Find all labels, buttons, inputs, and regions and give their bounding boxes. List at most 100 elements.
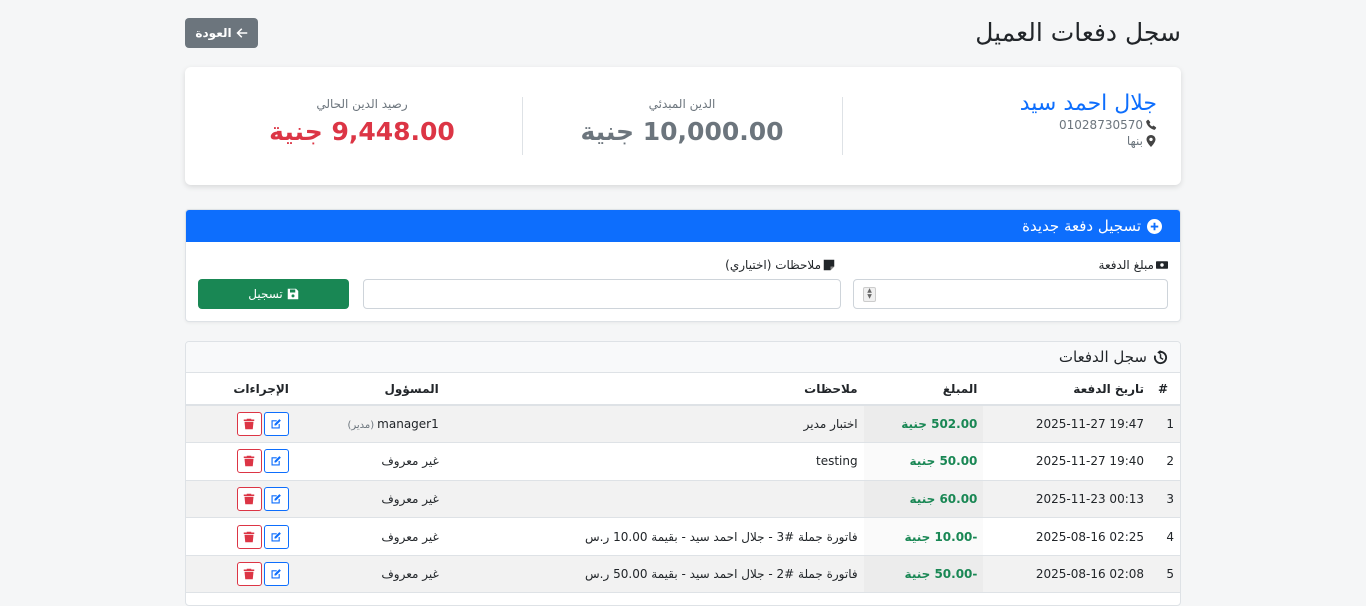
notes-input[interactable] [363,279,841,309]
row-actions [186,517,295,556]
trash-icon [244,531,255,542]
row-actions [186,480,295,519]
row-actions [186,442,295,481]
plus-circle-icon [1147,218,1162,234]
row-user: غير معروف [294,555,445,594]
col-header-actions: الإجراءات [186,373,295,406]
col-header-amount: المبلغ [863,373,984,406]
customer-info: جلال احمد سيد 01028730570 بنها [1020,91,1157,148]
delete-button[interactable] [236,562,262,587]
row-notes [444,480,864,519]
edit-button[interactable] [263,449,289,474]
payment-history-title: سجل الدفعات [1058,348,1147,366]
delete-button[interactable] [236,524,262,549]
col-header-user: المسؤول [294,373,445,406]
edit-icon [271,531,282,542]
row-amount-text: 502.00 جنية [901,417,978,432]
trash-icon [244,456,255,467]
edit-button[interactable] [263,486,289,511]
row-amount: 502.00 جنية [863,405,984,444]
row-amount-text: 60.00 جنية [909,491,978,506]
current-debt-value: 9,448.00 جنية [269,117,455,146]
trash-icon [244,568,255,580]
trash-icon [244,418,255,430]
row-date: 2025-11-27 19:47 [983,405,1151,444]
back-button[interactable]: العودة [185,18,258,48]
row-actions [186,555,295,594]
customer-summary-card: جلال احمد سيد 01028730570 بنها الدين الم… [185,67,1181,185]
row-date: 2025-08-16 02:25 [983,517,1151,556]
row-amount: -10.00 جنية [863,517,984,556]
phone-icon [1146,119,1157,130]
initial-debt-stat: الدين المبدئي 10,000.00 جنية [522,97,842,146]
amount-input[interactable] [853,279,1168,309]
row-amount: -50.00 جنية [863,555,984,594]
row-notes: اختبار مدير [444,405,864,444]
row-user: غير معروف [294,442,445,481]
arrow-left-icon [236,28,247,38]
edit-button[interactable] [263,562,289,587]
customer-location-line: بنها [1020,134,1157,148]
submit-label: تسجيل [248,287,283,301]
money-bill-icon [1156,261,1168,269]
row-user-name: manager1 [377,417,439,432]
submit-payment-button[interactable]: تسجيل [198,279,349,309]
edit-icon [271,569,282,579]
customer-phone-line: 01028730570 [1020,118,1157,132]
current-debt-label: رصيد الدين الحالي [316,97,408,111]
row-date: 2025-11-27 19:40 [983,442,1151,481]
initial-debt-label: الدين المبدئي [648,97,716,111]
notes-label: ملاحظات (اختياري) [725,258,835,272]
edit-button[interactable] [263,412,289,437]
row-amount: 50.00 جنية [863,442,984,481]
edit-icon [271,419,282,429]
row-user-name: غير معروف [381,454,439,469]
page-title: سجل دفعات العميل [975,18,1181,47]
trash-icon [244,493,255,505]
payment-history-table: # تاريخ الدفعة المبلغ ملاحظات المسؤول ال… [186,373,1180,594]
save-icon [287,288,298,300]
row-date: 2025-08-16 02:08 [983,555,1151,594]
row-number: 5 [1150,555,1180,594]
stat-divider [842,97,843,155]
row-user: manager1(مدير) [294,405,445,444]
row-date: 2025-11-23 00:13 [983,480,1151,519]
amount-label-text: مبلغ الدفعة [1098,258,1154,272]
delete-button[interactable] [236,449,262,474]
current-debt-stat: رصيد الدين الحالي 9,448.00 جنية [202,97,522,146]
edit-button[interactable] [263,524,289,549]
row-actions [186,405,295,444]
row-user-name: غير معروف [381,491,439,506]
row-amount-text: -10.00 جنية [904,529,978,544]
row-number: 3 [1150,480,1180,519]
row-user-role: (مدير) [347,420,375,432]
amount-label: مبلغ الدفعة [1099,258,1168,272]
row-notes: فاتورة جملة #2 - جلال احمد سيد - بقيمة 5… [444,555,864,594]
customer-phone: 01028730570 [1059,118,1143,132]
map-marker-icon [1146,135,1156,147]
customer-name: جلال احمد سيد [1019,91,1157,116]
payment-history-header: سجل الدفعات [186,342,1180,373]
delete-button[interactable] [236,412,262,437]
amount-spinner[interactable]: ▲ ▼ [863,287,876,302]
customer-location: بنها [1126,134,1143,148]
row-number: 1 [1150,405,1180,444]
table-row: 5 2025-08-16 02:08 -50.00 جنية فاتورة جم… [186,555,1180,594]
initial-debt-value: 10,000.00 جنية [580,117,784,146]
table-row: 3 2025-11-23 00:13 60.00 جنية غير معروف [186,480,1180,519]
row-user: غير معروف [294,480,445,519]
table-header-row: # تاريخ الدفعة المبلغ ملاحظات المسؤول ال… [186,373,1180,406]
back-button-label: العودة [195,26,232,40]
new-payment-title: تسجيل دفعة جديدة [1022,217,1141,235]
row-number: 2 [1150,442,1180,481]
row-user: غير معروف [294,517,445,556]
page-container: سجل دفعات العميل العودة جلال احمد سيد 01… [185,0,1181,606]
delete-button[interactable] [236,486,262,511]
table-row: 2 2025-11-27 19:40 50.00 جنية testing غي… [186,442,1180,481]
col-header-date: تاريخ الدفعة [983,373,1151,406]
row-notes: testing [444,442,864,481]
row-user-name: غير معروف [381,567,439,582]
col-header-number: # [1150,373,1180,406]
row-amount-text: 50.00 جنية [909,454,978,469]
sticky-note-icon [823,259,835,271]
